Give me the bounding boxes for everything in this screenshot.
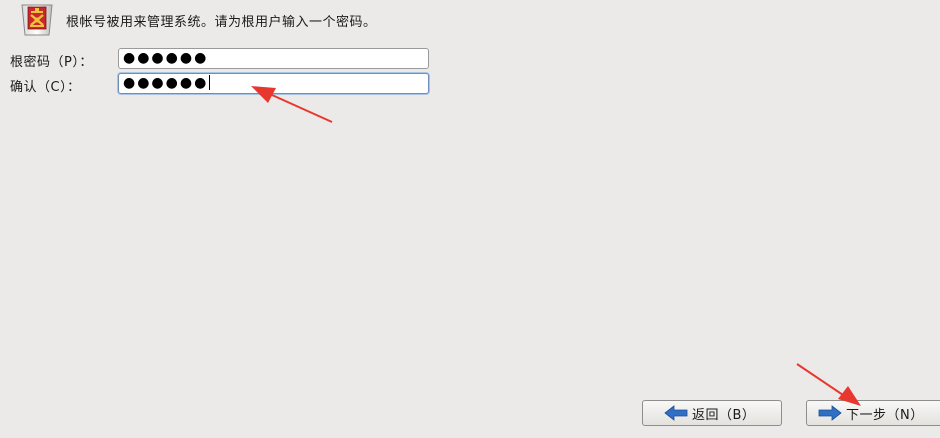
- instruction-text: 根帐号被用来管理系统。请为根用户输入一个密码。: [66, 15, 377, 30]
- next-button[interactable]: 下一步（N）: [806, 400, 940, 426]
- root-password-field[interactable]: ●●●●●●: [118, 48, 429, 69]
- arrow-right-icon: [818, 405, 842, 421]
- back-button[interactable]: 返回（B）: [642, 400, 782, 426]
- root-password-value: ●●●●●●: [123, 50, 209, 66]
- confirm-password-value: ●●●●●●: [123, 75, 209, 91]
- installer-logo-icon: [21, 4, 53, 36]
- back-button-label: 返回（B）: [692, 407, 756, 423]
- next-button-label: 下一步（N）: [846, 407, 924, 423]
- text-caret: [209, 74, 211, 90]
- root-password-label: 根密码（P）：: [10, 55, 93, 70]
- arrow-left-icon: [664, 405, 688, 421]
- confirm-password-label: 确认（C）：: [10, 80, 81, 95]
- confirm-password-field[interactable]: ●●●●●●: [118, 73, 429, 94]
